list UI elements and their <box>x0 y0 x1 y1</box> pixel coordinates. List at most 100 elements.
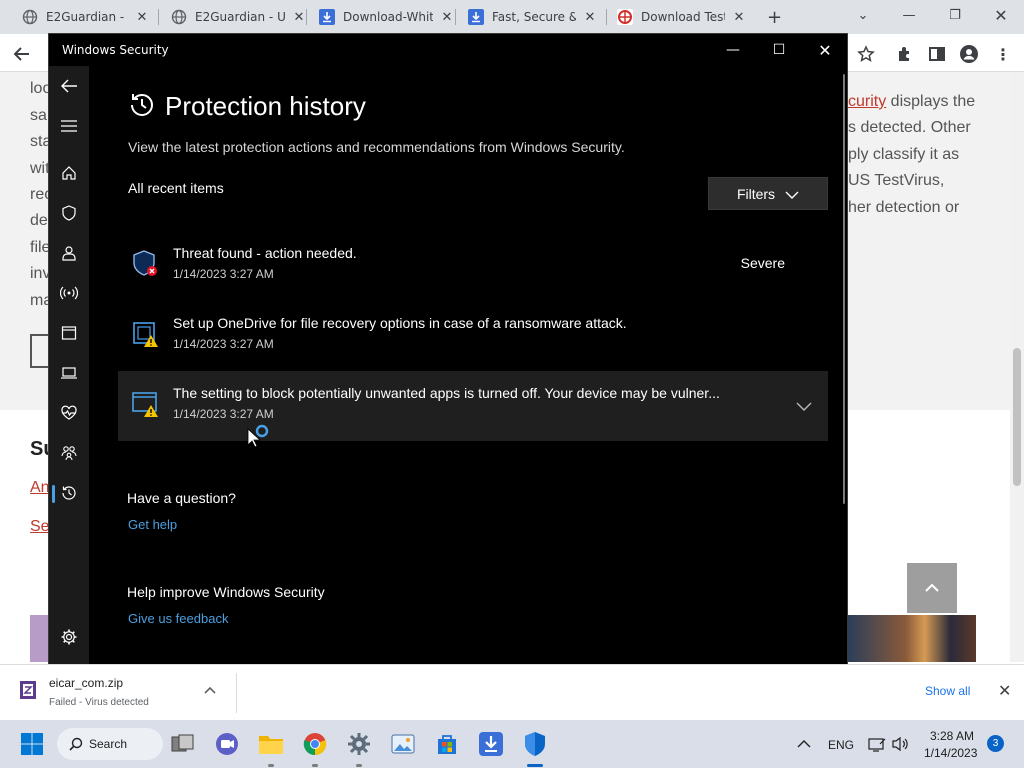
page-link[interactable]: An <box>30 479 50 497</box>
close-icon[interactable]: ✕ <box>802 34 848 66</box>
language-indicator[interactable]: ENG <box>828 738 854 752</box>
page-text: sa <box>30 107 47 124</box>
running-indicator <box>268 764 274 767</box>
minimize-icon[interactable]: — <box>710 34 756 66</box>
window-scrollbar[interactable] <box>843 74 845 504</box>
filters-button[interactable]: Filters <box>708 177 828 210</box>
notification-badge[interactable]: 3 <box>987 735 1004 752</box>
network-icon[interactable] <box>866 730 888 758</box>
close-icon[interactable]: ✕ <box>439 10 455 25</box>
browser-tab[interactable]: Download Test ✕ <box>617 0 747 34</box>
history-item[interactable]: The setting to block potentially unwante… <box>118 371 828 441</box>
app-browser-control-icon[interactable] <box>49 315 89 351</box>
tab-search-icon[interactable]: ⌄ <box>840 0 886 30</box>
page-text: s detected. Other <box>848 119 971 136</box>
page-image <box>30 615 48 662</box>
file-explorer-icon[interactable] <box>257 730 285 758</box>
protection-history-icon[interactable] <box>49 475 89 511</box>
page-text: ply classify it as <box>848 146 960 163</box>
menu-dots-icon[interactable]: ⋮ <box>993 44 1013 64</box>
download-bar: eicar_com.zip Failed - Virus detected Sh… <box>0 664 1024 720</box>
device-health-icon[interactable] <box>49 395 89 431</box>
task-view-icon[interactable] <box>169 730 197 758</box>
start-windows-icon[interactable] <box>18 730 46 758</box>
chevron-up-icon[interactable] <box>204 683 220 699</box>
history-item[interactable]: Set up OneDrive for file recovery option… <box>118 301 828 371</box>
page-link[interactable]: Se <box>30 518 50 536</box>
minimize-icon[interactable]: — <box>886 0 932 30</box>
teams-chat-icon[interactable] <box>213 730 241 758</box>
page-box <box>30 334 50 368</box>
shield-icon[interactable] <box>49 195 89 231</box>
close-icon[interactable]: ✕ <box>998 681 1011 700</box>
clock-date[interactable]: 1/14/2023 <box>924 746 977 760</box>
home-icon[interactable] <box>49 155 89 191</box>
settings-gear-icon[interactable] <box>345 730 373 758</box>
download-file-name[interactable]: eicar_com.zip <box>49 676 123 690</box>
restore-icon[interactable]: ❐ <box>932 0 978 30</box>
zip-file-icon <box>20 681 36 699</box>
device-security-icon[interactable] <box>49 355 89 391</box>
page-text: her detection or <box>848 199 960 216</box>
close-icon[interactable]: ✕ <box>291 10 307 25</box>
close-icon[interactable]: ✕ <box>731 10 747 25</box>
back-arrow-icon[interactable] <box>49 68 89 104</box>
tab-label: E2Guardian - Un <box>46 10 128 24</box>
item-timestamp: 1/14/2023 3:27 AM <box>173 337 274 351</box>
get-help-link[interactable]: Get help <box>128 517 177 532</box>
scroll-to-top-button[interactable] <box>907 563 957 613</box>
chevron-up-icon[interactable] <box>792 730 816 758</box>
chevron-down-icon[interactable] <box>796 397 812 416</box>
app-icon[interactable] <box>477 730 505 758</box>
feedback-link[interactable]: Give us feedback <box>128 611 228 626</box>
family-options-icon[interactable] <box>49 435 89 471</box>
browser-tab[interactable]: E2Guardian - Un ✕ <box>22 0 150 34</box>
close-icon[interactable]: ✕ <box>134 10 150 25</box>
close-icon[interactable]: ✕ <box>978 0 1024 30</box>
settings-gear-icon[interactable] <box>49 619 89 655</box>
star-icon[interactable] <box>856 44 876 64</box>
close-icon[interactable]: ✕ <box>582 10 598 25</box>
clock-time[interactable]: 3:28 AM <box>930 729 974 743</box>
new-tab-button[interactable]: + <box>767 0 787 34</box>
history-item[interactable]: Threat found - action needed. 1/14/2023 … <box>118 231 828 301</box>
maximize-icon[interactable]: ☐ <box>756 34 802 66</box>
browser-tab-bar: E2Guardian - Un ✕ E2Guardian - Un ✕ Down… <box>0 0 1024 34</box>
microsoft-store-icon[interactable] <box>433 730 461 758</box>
divider <box>236 673 237 713</box>
volume-icon[interactable] <box>890 730 912 758</box>
windows-security-shield-icon[interactable] <box>521 730 549 758</box>
photos-icon[interactable] <box>389 730 417 758</box>
item-timestamp: 1/14/2023 3:27 AM <box>173 267 274 281</box>
show-all-button[interactable]: Show all <box>925 684 970 698</box>
item-timestamp: 1/14/2023 3:27 AM <box>173 407 274 421</box>
chrome-icon[interactable] <box>301 730 329 758</box>
browser-tab[interactable]: Fast, Secure & F ✕ <box>468 0 598 34</box>
taskbar-search[interactable]: Search <box>57 728 163 760</box>
running-indicator <box>356 764 362 767</box>
side-panel-icon[interactable] <box>927 44 947 64</box>
target-icon <box>617 9 633 25</box>
page-text-right: curity displays the <box>848 93 975 111</box>
profile-icon[interactable] <box>959 44 979 64</box>
hamburger-menu-icon[interactable] <box>49 108 89 144</box>
browser-tab[interactable]: Download-Whit ✕ <box>319 0 455 34</box>
tab-label: Fast, Secure & F <box>492 10 576 24</box>
extensions-icon[interactable] <box>895 44 915 64</box>
globe-icon <box>22 9 38 25</box>
tab-label: Download Test <box>641 10 725 24</box>
browser-tab[interactable]: E2Guardian - Un ✕ <box>171 0 307 34</box>
back-arrow-icon[interactable] <box>12 44 32 64</box>
security-link[interactable]: curity <box>848 93 886 110</box>
account-icon[interactable] <box>49 235 89 271</box>
page-scrollbar[interactable] <box>1010 72 1024 662</box>
firewall-network-icon[interactable] <box>49 275 89 311</box>
active-indicator <box>527 764 543 767</box>
tab-separator <box>306 9 307 25</box>
question-heading: Have a question? <box>127 490 236 506</box>
search-icon <box>69 737 83 751</box>
download-site-icon <box>319 9 335 25</box>
severity-label: Severe <box>740 255 785 271</box>
scrollbar-thumb[interactable] <box>1013 348 1021 486</box>
page-text: US TestVirus, <box>848 172 945 189</box>
